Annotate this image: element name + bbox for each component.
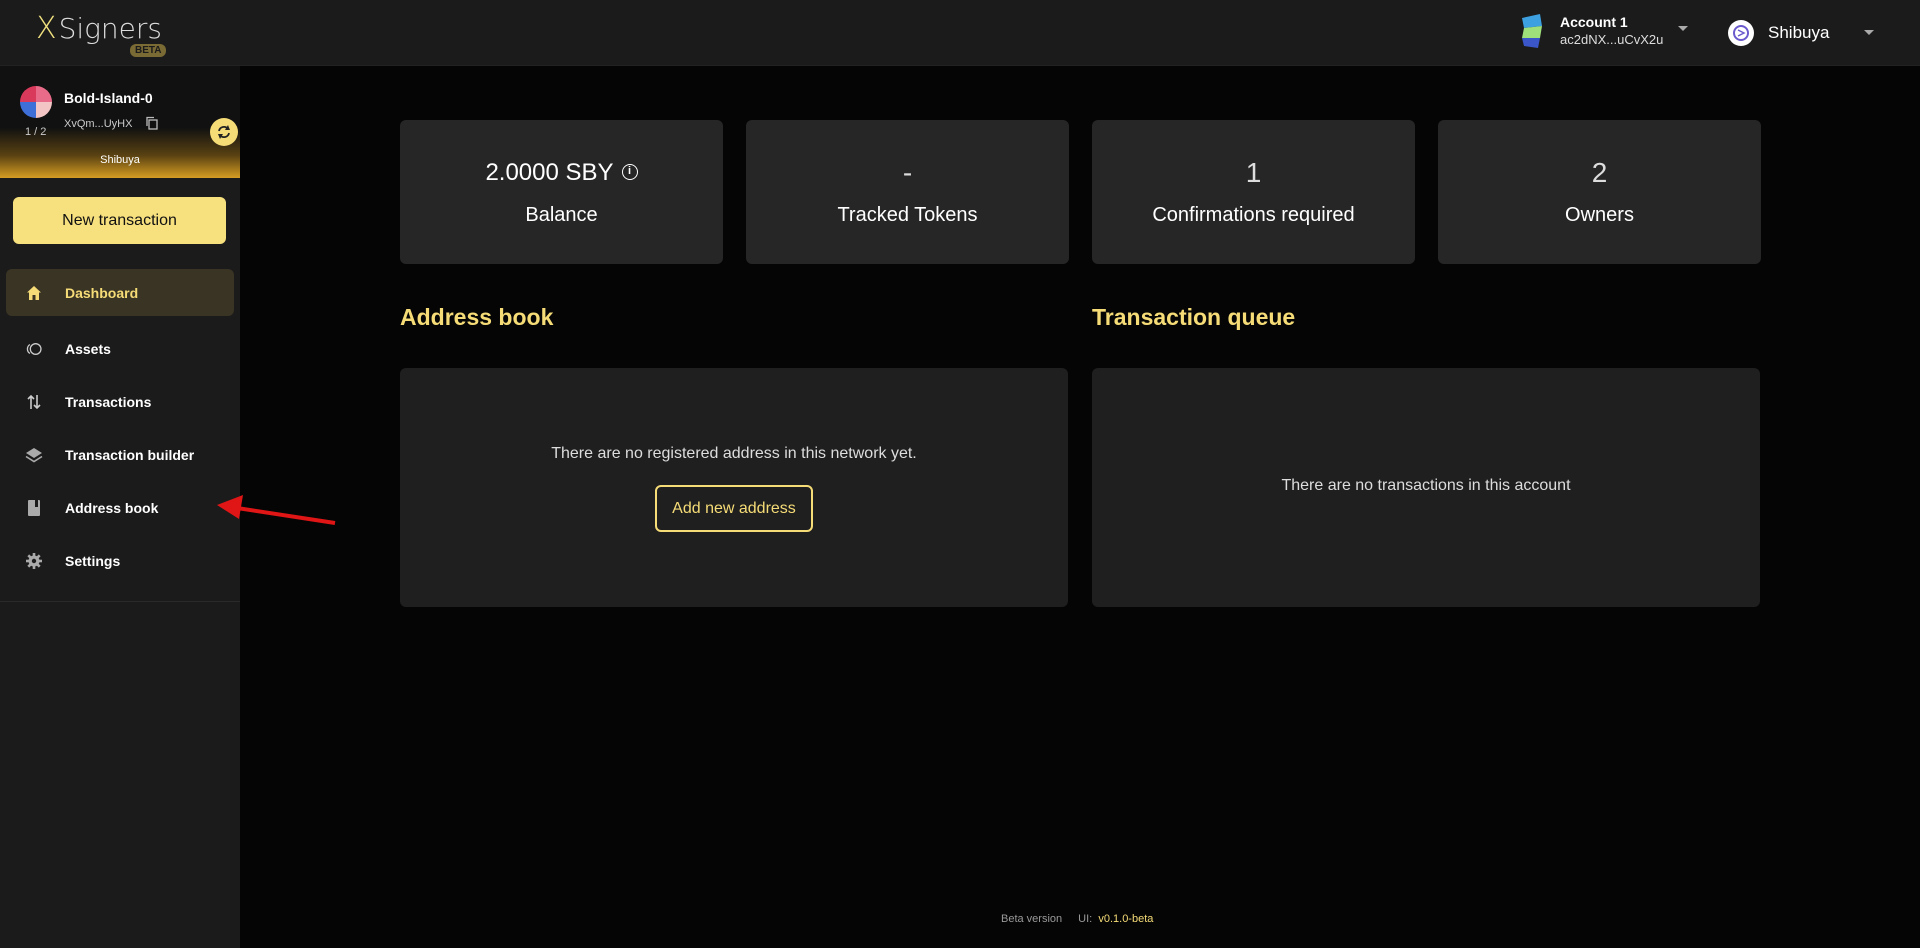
info-icon[interactable]: i	[621, 164, 638, 180]
stat-value: -	[902, 157, 913, 188]
address-book-panel: There are no registered address in this …	[400, 368, 1068, 607]
sidebar-item-label: Assets	[65, 340, 111, 357]
stat-value: 2	[1591, 157, 1608, 188]
address-book-empty-text: There are no registered address in this …	[551, 445, 917, 462]
refresh-icon	[218, 125, 230, 139]
new-transaction-button[interactable]: New transaction	[13, 197, 226, 244]
address-book-title: Address book	[400, 304, 554, 330]
switch-safe-button[interactable]	[210, 118, 238, 146]
sidebar-item-label: Address book	[65, 499, 159, 516]
sidebar-item-label: Transaction builder	[65, 446, 195, 463]
gear-icon	[25, 552, 43, 570]
sidebar-item-address-book[interactable]: Address book	[0, 481, 240, 534]
account-address: ac2dNX...uCvX2u	[1560, 32, 1664, 47]
sidebar-item-transactions[interactable]: Transactions	[0, 375, 240, 428]
safe-card: 1 / 2 Bold-Island-0 XvQm...UyHX Shibuya	[0, 66, 240, 178]
beta-badge: BETA	[130, 44, 167, 57]
sidebar-item-dashboard[interactable]: Dashboard	[6, 269, 234, 316]
sidebar: 1 / 2 Bold-Island-0 XvQm...UyHX Shibuya …	[0, 66, 240, 948]
account-identicon-icon	[1522, 14, 1542, 48]
safe-name: Bold-Island-0	[64, 90, 153, 106]
network-selector[interactable]: Shibuya	[1728, 20, 1874, 46]
chevron-down-icon	[1864, 30, 1874, 35]
stat-card-confirmations: 1 Confirmations required	[1092, 120, 1415, 264]
arrows-updown-icon	[25, 393, 43, 411]
ui-version-value: v0.1.0-beta	[1098, 913, 1154, 925]
safe-address: XvQm...UyHX	[64, 118, 133, 130]
stat-label: Balance	[525, 204, 598, 226]
stat-label: Owners	[1565, 204, 1634, 226]
sidebar-item-label: Settings	[65, 552, 121, 569]
layers-icon	[25, 446, 43, 464]
stat-card-tracked-tokens: - Tracked Tokens	[746, 120, 1069, 264]
add-new-address-button[interactable]: Add new address	[655, 485, 813, 532]
annotation-arrow	[217, 495, 336, 525]
top-bar: X Signers BETA Account 1 ac2dNX...uCvX2u…	[0, 0, 1920, 66]
ui-version-label: UI:	[1078, 913, 1093, 925]
shibuya-network-icon	[1728, 20, 1754, 46]
stat-card-owners: 2 Owners	[1438, 120, 1761, 264]
sidebar-item-settings[interactable]: Settings	[0, 534, 240, 587]
logo-text: Signers	[58, 12, 162, 45]
chevron-down-icon	[1678, 26, 1688, 31]
app-logo[interactable]: X Signers BETA	[36, 11, 167, 57]
safe-network: Shibuya	[100, 154, 140, 166]
account-selector[interactable]: Account 1 ac2dNX...uCvX2u	[1518, 14, 1688, 48]
stat-label: Tracked Tokens	[837, 204, 978, 226]
logo-mark: X	[36, 11, 57, 46]
balance-value: 2.0000 SBY	[485, 159, 614, 186]
transaction-queue-title: Transaction queue	[1092, 304, 1296, 330]
sidebar-nav: Dashboard Assets Transactions Transactio…	[0, 269, 240, 602]
transaction-queue-panel: There are no transactions in this accoun…	[1092, 368, 1760, 607]
sidebar-item-label: Dashboard	[65, 284, 139, 301]
transaction-queue-empty-text: There are no transactions in this accoun…	[1281, 477, 1571, 494]
stat-label: Confirmations required	[1152, 204, 1355, 226]
sidebar-item-assets[interactable]: Assets	[0, 322, 240, 375]
coins-icon	[25, 340, 43, 358]
avatar	[20, 86, 52, 118]
stat-value: 1	[1245, 157, 1262, 188]
beta-version-text: Beta version	[1001, 913, 1063, 925]
network-name: Shibuya	[1768, 23, 1830, 42]
book-icon	[25, 499, 43, 517]
sidebar-item-transaction-builder[interactable]: Transaction builder	[0, 428, 240, 481]
sidebar-item-label: Transactions	[65, 393, 152, 410]
footer: Beta version UI: v0.1.0-beta	[1001, 913, 1153, 925]
copy-icon[interactable]	[145, 116, 159, 130]
home-icon	[25, 284, 43, 302]
safe-count: 1 / 2	[25, 126, 47, 138]
stat-card-balance: 2.0000 SBY i Balance	[400, 120, 723, 264]
account-name: Account 1	[1560, 14, 1628, 30]
